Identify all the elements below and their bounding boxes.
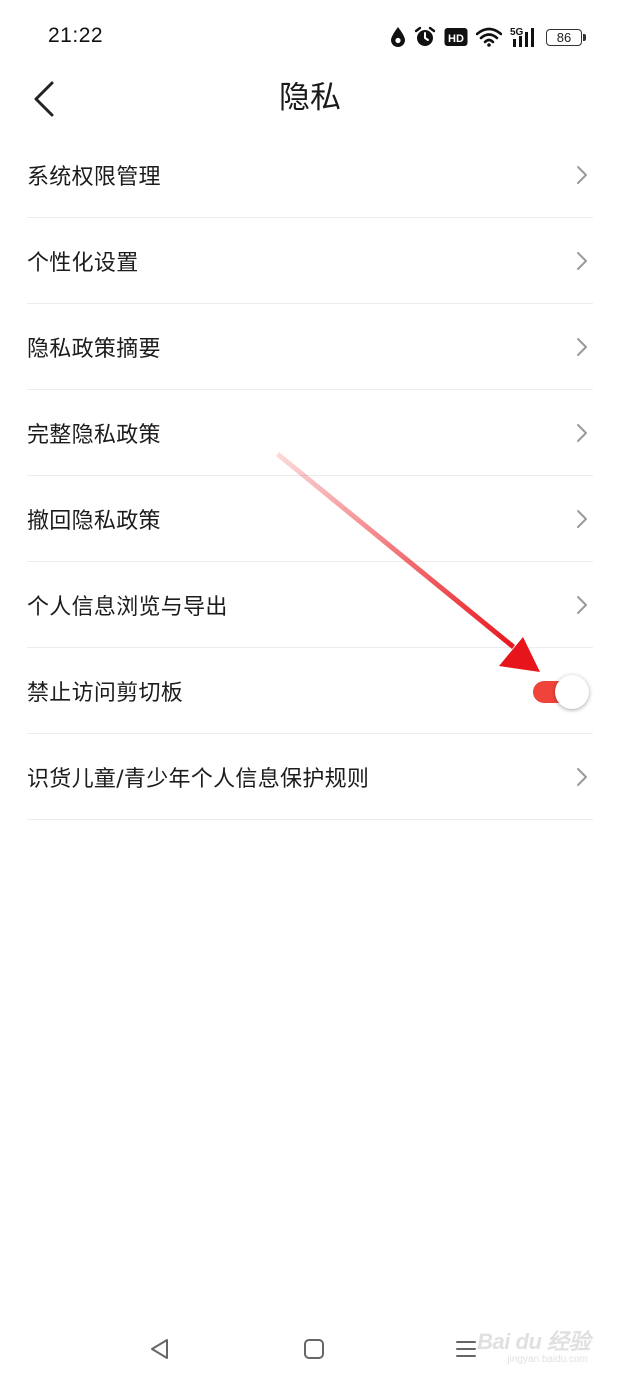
chevron-right-icon bbox=[577, 337, 587, 356]
menu-item-label: 个性化设置 bbox=[27, 250, 139, 276]
watermark-brand: Bai du 经验 bbox=[477, 1329, 590, 1354]
menu-item-label: 隐私政策摘要 bbox=[27, 336, 161, 362]
chevron-right-icon bbox=[577, 251, 587, 270]
nav-back-button[interactable] bbox=[140, 1332, 180, 1366]
menu-item-revoke-privacy-policy[interactable]: 撤回隐私政策 bbox=[27, 476, 593, 562]
back-triangle-icon bbox=[151, 1339, 168, 1359]
home-square-icon bbox=[304, 1339, 324, 1359]
menu-item-child-protection-rules[interactable]: 识货儿童/青少年个人信息保护规则 bbox=[27, 734, 593, 820]
status-time: 21:22 bbox=[48, 24, 104, 47]
hd-icon: HD bbox=[444, 27, 468, 47]
baidu-watermark: Bai du 经验 jingyan.baidu.com bbox=[450, 1324, 590, 1374]
battery-level: 86 bbox=[556, 29, 572, 45]
menu-item-privacy-summary[interactable]: 隐私政策摘要 bbox=[27, 304, 593, 390]
battery-icon: 86 bbox=[546, 28, 586, 46]
chevron-right-icon bbox=[577, 509, 587, 528]
menu-item-label: 系统权限管理 bbox=[27, 164, 161, 190]
chevron-right-icon bbox=[577, 423, 587, 442]
status-bar: 21:22 HD 5G 86 bbox=[0, 0, 620, 70]
header: 隐私 bbox=[0, 70, 620, 130]
signal-icon: 5G bbox=[510, 26, 538, 48]
menu-item-label: 禁止访问剪切板 bbox=[27, 680, 184, 706]
water-drop-icon bbox=[390, 26, 406, 48]
wifi-icon bbox=[476, 27, 502, 47]
menu-item-system-permissions[interactable]: 系统权限管理 bbox=[27, 132, 593, 218]
chevron-right-icon bbox=[577, 767, 587, 786]
chevron-right-icon bbox=[577, 165, 587, 184]
status-icons: HD 5G 86 bbox=[390, 24, 586, 50]
nav-home-button[interactable] bbox=[294, 1332, 334, 1366]
alarm-icon bbox=[414, 26, 436, 48]
chevron-right-icon bbox=[577, 595, 587, 614]
menu-item-label: 识货儿童/青少年个人信息保护规则 bbox=[27, 766, 370, 792]
page-title: 隐私 bbox=[279, 80, 341, 116]
menu-item-personalization[interactable]: 个性化设置 bbox=[27, 218, 593, 304]
menu-item-personal-info-export[interactable]: 个人信息浏览与导出 bbox=[27, 562, 593, 648]
toggle-knob bbox=[555, 674, 589, 709]
privacy-menu-list: 系统权限管理 个性化设置 隐私政策摘要 完整隐私政策 撤回隐私政策 个人信息浏览… bbox=[0, 132, 620, 820]
menu-item-full-privacy-policy[interactable]: 完整隐私政策 bbox=[27, 390, 593, 476]
menu-item-block-clipboard: 禁止访问剪切板 bbox=[27, 648, 593, 734]
watermark-url: jingyan.baidu.com bbox=[507, 1354, 588, 1365]
menu-item-label: 完整隐私政策 bbox=[27, 422, 161, 448]
clipboard-toggle-switch[interactable] bbox=[533, 674, 591, 709]
menu-item-label: 撤回隐私政策 bbox=[27, 508, 161, 534]
menu-item-label: 个人信息浏览与导出 bbox=[27, 594, 228, 620]
svg-text:HD: HD bbox=[448, 33, 464, 45]
